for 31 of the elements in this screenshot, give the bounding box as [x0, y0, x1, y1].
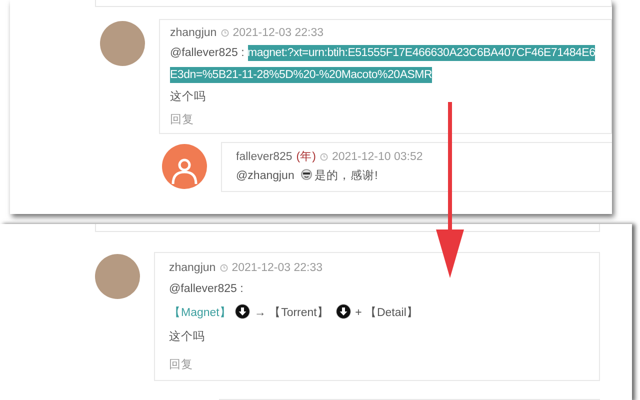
- comment-text: +: [355, 307, 362, 319]
- user-title: (年): [296, 150, 316, 164]
- avatar-photo-placeholder: [100, 21, 145, 66]
- smiley-face-icon: [300, 169, 312, 180]
- selected-text: E3dn=%5B21-11-28%5D%20-%20Macoto%20ASMR: [170, 67, 432, 83]
- username: zhangjun: [169, 262, 216, 274]
- reply-link[interactable]: 回复: [169, 357, 585, 372]
- comment-text: 是的，感谢!: [314, 170, 378, 182]
- comment-text: @zhangjun: [236, 170, 294, 182]
- username: zhangjun: [170, 27, 217, 39]
- selected-text: magnet:?xt=urn:btih:E51555F17E466630A23C6BA407CF46E71484E6: [248, 45, 596, 61]
- comment-text: →: [254, 307, 266, 319]
- comment-time: 2021-12-10 03:52: [332, 150, 423, 162]
- clock-icon: [220, 29, 229, 37]
- comment-text: @fallever825 :: [169, 283, 244, 295]
- reply-link[interactable]: 回复: [170, 112, 609, 127]
- magnet-link[interactable]: 【Magnet】: [169, 307, 232, 319]
- comment-time: 2021-12-03 22:33: [232, 262, 322, 274]
- comment-text: 【Torrent】: [269, 307, 329, 319]
- avatar-icon: [162, 144, 207, 189]
- download-icon[interactable]: [336, 304, 352, 319]
- comment-text: 这个吗: [170, 91, 206, 103]
- comment-text: @fallever825 :: [170, 47, 244, 59]
- comment-text: 【Detail】: [364, 307, 418, 319]
- clock-icon: [320, 152, 328, 160]
- avatar-photo-placeholder: [95, 254, 140, 299]
- comment-text: 这个吗: [169, 331, 205, 343]
- username: fallever825: [236, 150, 292, 162]
- clock-icon: [220, 264, 228, 272]
- download-icon[interactable]: [235, 304, 250, 319]
- comment-time: 2021-12-03 22:33: [232, 27, 324, 39]
